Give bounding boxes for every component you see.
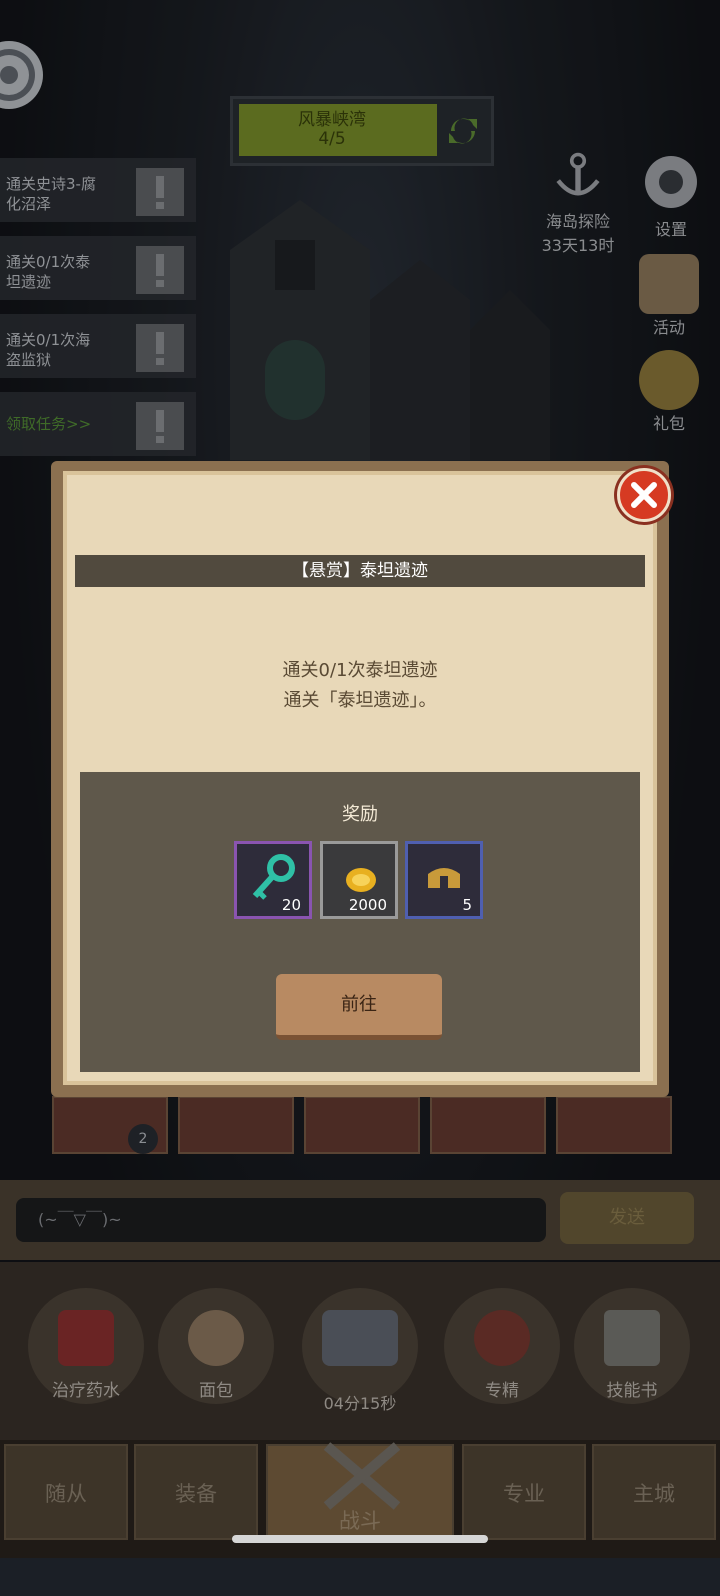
island-timer: 33天13时 — [541, 236, 615, 255]
stage-banner[interactable]: 风暴峡湾 4/5 — [230, 96, 494, 166]
settings-label: 设置 — [654, 220, 687, 239]
close-icon — [631, 482, 657, 508]
potion-button[interactable]: 治疗药水 — [28, 1288, 144, 1404]
skill-book-label: 技能书 — [606, 1381, 658, 1401]
quest-text: 通关0/1次泰 坦遗迹 — [6, 253, 91, 291]
tile-count-badge: 2 — [128, 1124, 158, 1154]
reward-slot-helmet[interactable]: 5 — [405, 841, 483, 919]
skill-book-button[interactable]: 技能书 — [574, 1288, 690, 1404]
activity-label: 活动 — [652, 318, 685, 337]
island-label: 海岛探险 — [545, 212, 610, 231]
hero-tile[interactable] — [430, 1096, 546, 1154]
tab-followers[interactable]: 随从 — [4, 1444, 128, 1540]
home-indicator[interactable] — [232, 1535, 488, 1543]
exclamation-icon — [136, 402, 184, 450]
anchor-icon — [556, 152, 600, 196]
exclamation-icon — [136, 324, 184, 372]
hero-tile[interactable] — [304, 1096, 420, 1154]
hero-tile[interactable] — [178, 1096, 294, 1154]
dialog-title-bar: 【悬赏】泰坦遗迹 — [75, 555, 645, 587]
gift-label: 礼包 — [652, 414, 685, 433]
tab-equipment[interactable]: 装备 — [134, 1444, 258, 1540]
bread-label: 面包 — [199, 1381, 233, 1401]
settings-button[interactable]: 设置 — [636, 152, 706, 240]
refresh-icon[interactable] — [443, 111, 483, 151]
tab-profession[interactable]: 专业 — [462, 1444, 586, 1540]
gear-icon — [645, 156, 697, 208]
quest-claim-link[interactable]: 领取任务>> — [0, 392, 196, 456]
reward-slot-gold[interactable]: 2000 — [320, 841, 398, 919]
tab-battle[interactable]: 战斗 — [266, 1442, 454, 1540]
mastery-icon — [474, 1310, 530, 1366]
quest-item[interactable]: 通关0/1次海 盗监狱 — [0, 314, 196, 378]
chat-input[interactable]: (~￣▽￣)~ — [16, 1198, 546, 1242]
stage-name: 风暴峡湾 — [298, 110, 366, 130]
island-adventure-button[interactable]: 海岛探险 33天13时 — [536, 150, 620, 256]
reward-count: 2000 — [348, 896, 387, 914]
quest-progress-text: 通关0/1次泰坦遗迹 — [282, 660, 438, 681]
hero-tile[interactable] — [556, 1096, 672, 1154]
reward-count: 5 — [462, 896, 472, 914]
exclamation-icon — [136, 246, 184, 294]
gift-button[interactable]: 礼包 — [634, 350, 704, 434]
chest-icon — [322, 1310, 398, 1366]
exclamation-icon — [136, 168, 184, 216]
quest-description: 通关「泰坦遗迹」。 — [283, 690, 437, 711]
chest-timer: 04分15秒 — [323, 1394, 397, 1413]
activity-button[interactable]: 活动 — [634, 254, 704, 338]
quest-item[interactable]: 通关史诗3-腐 化沼泽 — [0, 158, 196, 222]
reward-title: 奖励 — [342, 804, 378, 825]
mastery-label: 专精 — [485, 1381, 519, 1401]
tab-battle-label: 战斗 — [339, 1509, 381, 1533]
book-icon — [604, 1310, 660, 1366]
scroll-icon — [639, 254, 699, 314]
claim-quest-text: 领取任务>> — [6, 415, 92, 433]
potion-label: 治疗药水 — [52, 1381, 120, 1401]
tab-main-city[interactable]: 主城 — [592, 1444, 716, 1540]
go-button-label: 前往 — [341, 994, 377, 1015]
quest-list: 通关史诗3-腐 化沼泽 通关0/1次泰 坦遗迹 通关0/1次海 盗监狱 领取任务>> — [0, 158, 196, 470]
chest-button[interactable] — [302, 1288, 418, 1404]
bread-icon — [188, 1310, 244, 1366]
gear-icon[interactable] — [0, 38, 46, 112]
bread-button[interactable]: 面包 — [158, 1288, 274, 1404]
close-button[interactable] — [617, 468, 671, 522]
quest-text: 通关史诗3-腐 化沼泽 — [6, 175, 96, 213]
reward-count: 20 — [281, 896, 301, 914]
quest-item[interactable]: 通关0/1次泰 坦遗迹 — [0, 236, 196, 300]
crossed-swords-icon — [323, 1442, 401, 1510]
send-button[interactable]: 发送 — [560, 1192, 694, 1244]
stage-progress: 4/5 — [318, 129, 346, 149]
mastery-button[interactable]: 专精 — [444, 1288, 560, 1404]
quest-text: 通关0/1次海 盗监狱 — [6, 331, 91, 369]
potion-icon — [58, 1310, 114, 1366]
reward-slot-key[interactable]: 20 — [234, 841, 312, 919]
dialog-title: 【悬赏】泰坦遗迹 — [292, 561, 428, 581]
go-button[interactable]: 前往 — [276, 974, 442, 1040]
gift-coin-icon — [639, 350, 699, 410]
